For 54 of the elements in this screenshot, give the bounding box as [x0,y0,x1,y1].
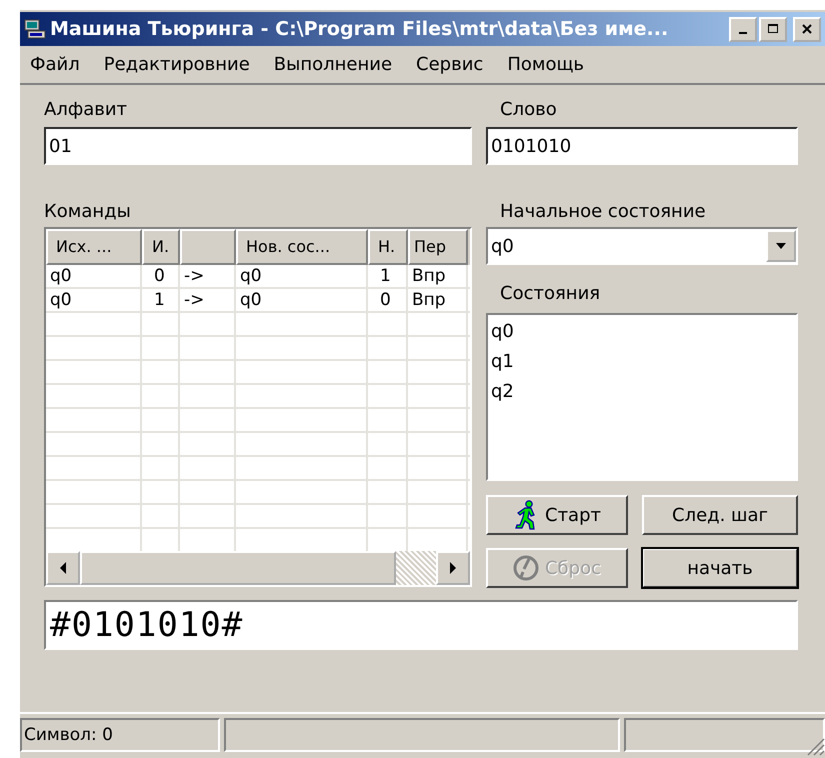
table-cell: 1 [368,265,408,287]
list-item[interactable]: q2 [488,377,796,407]
tape-field[interactable]: #0101010# [44,600,798,650]
table-cell: 0 [368,289,408,311]
table-cell: q0 [236,289,368,311]
alphabet-label: Алфавит [44,99,128,122]
column-header[interactable]: И. [142,229,180,265]
alphabet-field[interactable]: 01 [44,127,472,165]
table-cell: q0 [236,265,368,287]
computer-icon [24,19,46,39]
table-cell: -> [180,265,236,287]
column-header[interactable] [180,229,236,265]
action-button[interactable]: Старт [486,495,628,535]
list-item[interactable]: q0 [488,317,796,347]
menu-item[interactable]: Файл [30,54,80,75]
close-button[interactable] [793,16,821,42]
column-header[interactable]: Исх. ... [46,229,142,265]
word-field[interactable]: 0101010 [486,127,798,165]
action-button[interactable]: начать [642,548,798,588]
scrollbar-thumb[interactable] [80,551,396,585]
menu-item[interactable]: Редактировние [104,54,250,75]
commands-label: Команды [44,201,132,224]
window-title: Машина Тьюринга - C:\Program Files\mtr\data\Без име... [50,18,670,40]
scroll-left-button[interactable] [46,551,80,585]
table-cell: q0 [46,289,142,311]
initial-state-dropdown[interactable]: q0 [486,227,798,265]
states-label: Состояния [499,283,602,306]
menu-item[interactable]: Помощь [507,54,584,75]
action-button[interactable]: След. шаг [642,495,798,535]
column-header[interactable]: Н. [368,229,408,265]
menu-item[interactable]: Выполнение [274,54,392,75]
maximize-button[interactable] [759,16,787,42]
column-header[interactable]: Нов. сос... [236,229,368,265]
table-cell: Впр [408,265,468,287]
dropdown-arrow-icon [775,242,787,250]
table-cell: 1 [142,289,180,311]
column-header[interactable]: Пер [408,229,468,265]
disabled-reset-icon [512,555,539,581]
scroll-right-button[interactable] [436,551,470,585]
list-item[interactable]: q1 [488,347,796,377]
left-arrow-icon [59,562,67,574]
right-arrow-icon [449,562,457,574]
table-cell: 0 [142,265,180,287]
status-panel: Символ: 0 [20,718,220,752]
table-cell: q0 [46,265,142,287]
table-cell: -> [180,289,236,311]
menu-item[interactable]: Сервис [416,54,484,75]
maximize-icon [767,23,779,35]
close-icon [801,23,813,35]
word-label: Слово [499,99,558,122]
table-cell: Впр [408,289,468,311]
minimize-button[interactable] [729,16,757,42]
minimize-icon [739,32,747,34]
initial-state-label: Начальное состояние [499,201,707,224]
